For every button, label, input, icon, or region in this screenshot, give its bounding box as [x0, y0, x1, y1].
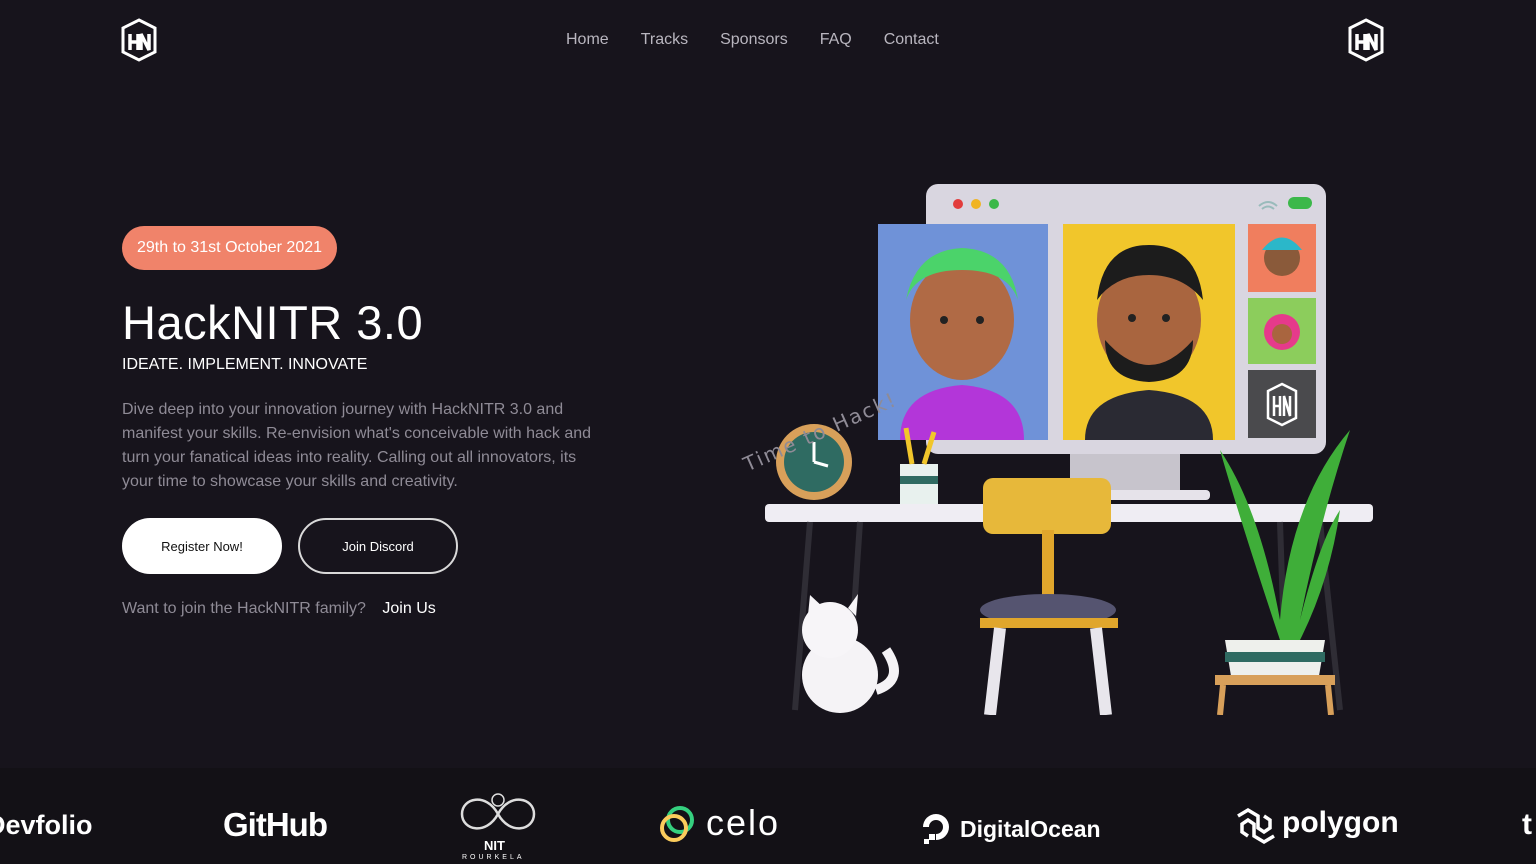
nav-contact[interactable]: Contact: [884, 31, 939, 49]
nit-label: NIT: [484, 838, 505, 853]
top-navbar: Home Tracks Sponsors FAQ Contact: [0, 0, 1536, 82]
date-badge: 29th to 31st October 2021: [122, 226, 338, 270]
join-discord-button[interactable]: Join Discord: [298, 518, 458, 574]
sponsor-strip: Devfolio GitHub NIT ROURKELA celo Digita…: [0, 768, 1536, 864]
polygon-icon: [1237, 807, 1275, 845]
hacknitr-logo-icon[interactable]: [1346, 18, 1386, 62]
join-question: Want to join the HackNITR family?: [122, 600, 366, 617]
join-row: Want to join the HackNITR family? Join U…: [122, 600, 436, 618]
tagline: IDEATE. IMPLEMENT. INNOVATE: [122, 356, 368, 373]
hacknitr-logo-icon[interactable]: [119, 18, 159, 62]
page-title: HackNITR 3.0: [122, 296, 424, 349]
sponsor-partial: t: [1522, 808, 1532, 841]
polygon-label: polygon: [1282, 806, 1399, 839]
nav-tracks[interactable]: Tracks: [641, 31, 688, 49]
sponsor-github[interactable]: GitHub: [223, 806, 328, 844]
sponsor-devfolio[interactable]: Devfolio: [0, 810, 93, 841]
nav-faq[interactable]: FAQ: [820, 31, 852, 49]
nav-links: Home Tracks Sponsors FAQ Contact: [566, 31, 971, 49]
rourkela-label: ROURKELA: [462, 854, 525, 861]
nav-sponsors[interactable]: Sponsors: [720, 31, 788, 49]
nav-home[interactable]: Home: [566, 31, 609, 49]
digitalocean-label: DigitalOcean: [960, 816, 1101, 842]
hero-description: Dive deep into your innovation journey w…: [122, 401, 592, 490]
celo-label: celo: [706, 802, 781, 843]
register-button[interactable]: Register Now!: [122, 518, 282, 574]
digitalocean-icon: [923, 814, 949, 844]
sponsor-nit-rourkela[interactable]: NIT ROURKELA: [456, 788, 540, 864]
celo-icon: [660, 806, 694, 842]
join-us-link[interactable]: Join Us: [382, 600, 435, 617]
infinity-icon: [460, 793, 536, 830]
hero-illustration: Time to Hack!: [739, 184, 1373, 715]
